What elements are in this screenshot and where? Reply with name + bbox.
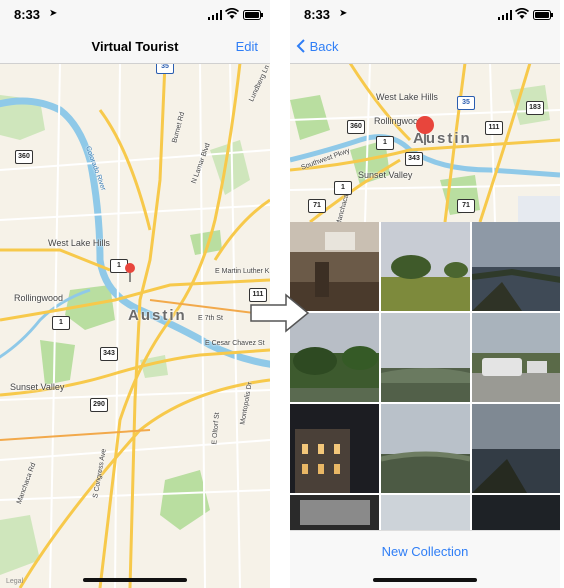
page-title: Virtual Tourist	[91, 39, 179, 54]
route-shield: 183	[526, 101, 544, 115]
photo-cell-cloudy-valley[interactable]	[381, 404, 470, 493]
photo-cell-dark-water[interactable]	[472, 495, 560, 530]
back-button[interactable]: Back	[296, 39, 339, 54]
cellular-signal-icon	[498, 10, 512, 20]
route-shield: 343	[405, 152, 423, 166]
wifi-icon	[225, 8, 239, 19]
battery-icon	[243, 10, 263, 20]
status-time: 8:33	[14, 7, 41, 22]
route-shield: 35	[457, 96, 475, 110]
photo-cell-green-field[interactable]	[381, 222, 470, 311]
chevron-left-icon	[296, 39, 305, 53]
home-indicator	[373, 578, 477, 582]
route-shield: 360	[347, 120, 365, 134]
cellular-signal-icon	[208, 10, 222, 20]
route-shield: 1	[52, 316, 70, 330]
place-label: West Lake Hills	[48, 238, 110, 248]
route-shield: 1	[334, 181, 352, 195]
wifi-icon	[515, 8, 529, 19]
place-label: West Lake Hills	[376, 92, 438, 102]
route-shield: 111	[485, 121, 503, 135]
photo-grid	[290, 222, 560, 530]
location-arrow-icon: ➤	[49, 8, 58, 19]
navigation-bar: Virtual Tourist Edit	[0, 30, 270, 64]
photo-album-screen: 8:33 ➤ Back West Lake Hills Rollingwood …	[290, 0, 560, 588]
transition-arrow-icon	[250, 293, 310, 333]
place-label: Sunset Valley	[10, 382, 65, 392]
photo-cell-lake-dusk[interactable]	[472, 404, 560, 493]
route-shield: 1	[376, 136, 394, 150]
battery-icon	[533, 10, 553, 20]
map-view[interactable]	[0, 63, 270, 588]
legal-link[interactable]: Legal	[6, 578, 23, 585]
route-shield: 290	[90, 398, 108, 412]
edit-button[interactable]: Edit	[236, 39, 258, 54]
route-shield: 360	[15, 150, 33, 164]
back-label: Back	[309, 39, 339, 54]
route-shield: 71	[457, 199, 475, 213]
photo-cell-dark-interior[interactable]	[290, 495, 379, 530]
photo-cell-cloudy-hills[interactable]	[381, 313, 470, 402]
route-shield: 343	[100, 347, 118, 361]
status-time: 8:33	[304, 7, 331, 22]
navigation-bar: Back	[290, 30, 560, 64]
street-label: E 7th St	[198, 315, 223, 322]
status-bar: 8:33 ➤	[0, 0, 270, 30]
photo-cell-overcast-sky[interactable]	[381, 495, 470, 530]
map-pin-icon[interactable]	[414, 115, 436, 145]
street-label: E Cesar Chavez St	[205, 340, 265, 347]
photo-cell-rv-parking[interactable]	[472, 313, 560, 402]
status-bar: 8:33 ➤	[290, 0, 560, 30]
home-indicator	[83, 578, 187, 582]
street-label: E Martin Luther K	[215, 268, 270, 275]
map-pin-icon[interactable]	[124, 262, 136, 282]
location-arrow-icon: ➤	[339, 8, 348, 19]
photo-cell-night-building[interactable]	[290, 404, 379, 493]
new-collection-button[interactable]: New Collection	[290, 544, 560, 559]
route-shield: 71	[308, 199, 326, 213]
map-screen: 8:33 ➤ Virtual Tourist Edit West Lake Hi…	[0, 0, 270, 588]
photo-cell-lake-view[interactable]	[472, 222, 560, 311]
place-label: Sunset Valley	[358, 170, 413, 180]
city-label: Austin	[128, 307, 187, 324]
place-label: Rollingwood	[14, 293, 64, 303]
